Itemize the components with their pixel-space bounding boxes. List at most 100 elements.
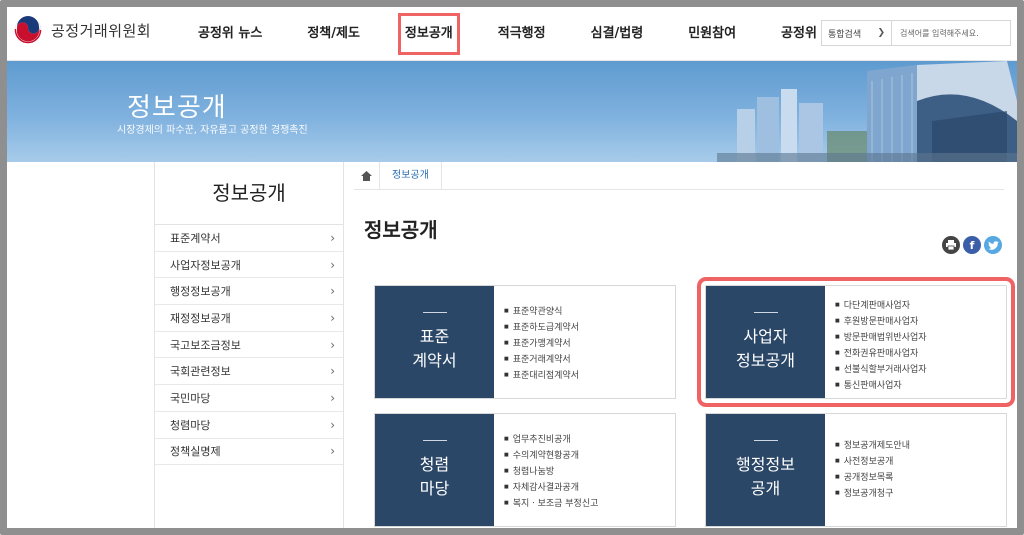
breadcrumb-current[interactable]: 정보공개 <box>380 162 442 189</box>
card-link[interactable]: 표준약관양식 <box>504 304 579 320</box>
side-item-label: 재정정보공개 <box>170 311 231 325</box>
page-title: 정보공개 <box>364 218 438 242</box>
banner-title: 정보공개 <box>127 93 227 123</box>
side-menu: 정보공개 표준계약서 › 사업자정보공개 › 행정정보공개 › 재정정보공개 › 국고보… <box>154 162 344 528</box>
card-title-line2: 계약서 <box>412 350 457 370</box>
side-menu-title: 정보공개 <box>212 181 286 205</box>
search-box: 통합검색 ❯ <box>821 20 1011 46</box>
home-icon[interactable] <box>354 162 380 189</box>
side-item-integrity-square[interactable]: 청렴마당 › <box>155 412 343 439</box>
side-item-business-info[interactable]: 사업자정보공개 › <box>155 252 343 279</box>
card-title-line2: 정보공개 <box>736 350 795 370</box>
breadcrumb: 정보공개 <box>354 162 1004 190</box>
side-item-subsidy-info[interactable]: 국고보조금정보 › <box>155 332 343 359</box>
side-item-label: 국민마당 <box>170 391 211 405</box>
card-link[interactable]: 청렴나눔방 <box>504 464 598 480</box>
card-header-business-info[interactable]: 사업자 정보공개 <box>706 286 825 398</box>
card-link[interactable]: 자체감사결과공개 <box>504 480 598 496</box>
chevron-right-icon: › <box>330 284 335 299</box>
site-name: 공정거래위원회 <box>51 21 152 40</box>
card-link[interactable]: 전화권유판매사업자 <box>835 346 927 362</box>
card-link[interactable]: 표준하도급계약서 <box>504 320 579 336</box>
side-item-national-assembly[interactable]: 국회관련정보 › <box>155 358 343 386</box>
browser-frame: 공정거래위원회 공정위 뉴스 정책/제도 정보공개 적극행정 심결/법령 민원참… <box>0 0 1024 535</box>
main-content: 정보공개 정보공개 f 표준 계약서 표준약관양식 표준하도급계약서 표준가맹계… <box>344 162 1017 528</box>
page-banner: 정보공개 시장경제의 파수꾼, 자유롭고 공정한 경쟁촉진 <box>7 61 1017 162</box>
card-link[interactable]: 통신판매사업자 <box>835 378 927 394</box>
card-link-list: 정보공개제도안내 사전정보공개 공개정보목록 정보공개청구 <box>825 414 910 526</box>
search-input[interactable] <box>892 21 1010 45</box>
card-link[interactable]: 표준거래계약서 <box>504 352 579 368</box>
main-navigation: 공정위 뉴스 정책/제도 정보공개 적극행정 심결/법령 민원참여 공정위 소개 <box>185 7 877 61</box>
nav-proactive-admin[interactable]: 적극행정 <box>485 7 559 61</box>
card-link[interactable]: 사전정보공개 <box>835 454 910 470</box>
side-item-policy-real-name[interactable]: 정책실명제 › <box>155 439 343 466</box>
card-title-line2: 공개 <box>750 478 781 498</box>
card-link[interactable]: 표준가맹계약서 <box>504 336 579 352</box>
side-item-admin-info[interactable]: 행정정보공개 › <box>155 278 343 306</box>
side-item-standard-contracts[interactable]: 표준계약서 › <box>155 225 343 252</box>
side-item-public-square[interactable]: 국민마당 › <box>155 385 343 412</box>
card-link[interactable]: 수의계약현황공개 <box>504 448 598 464</box>
chevron-right-icon: › <box>330 390 335 405</box>
card-link[interactable]: 다단계판매사업자 <box>835 298 927 314</box>
side-item-label: 국회관련정보 <box>170 365 231 379</box>
card-business-info: 사업자 정보공개 다단계판매사업자 후원방문판매사업자 방문판매법위반사업자 전… <box>697 277 1015 407</box>
card-title-line1: 행정정보 <box>736 454 795 474</box>
nav-information-disclosure[interactable]: 정보공개 <box>392 7 466 61</box>
card-link[interactable]: 공개정보목록 <box>835 470 910 486</box>
chevron-right-icon: › <box>330 364 335 379</box>
banner-subtitle: 시장경제의 파수꾼, 자유롭고 공정한 경쟁촉진 <box>117 125 308 136</box>
card-title-line1: 표준 <box>419 326 450 346</box>
city-skyline-image <box>717 61 1017 162</box>
facebook-icon[interactable]: f <box>963 236 981 254</box>
side-item-finance-info[interactable]: 재정정보공개 › <box>155 305 343 332</box>
chevron-down-icon: ❯ <box>877 28 885 38</box>
search-scope-value: 통합검색 <box>828 29 862 40</box>
side-item-label: 표준계약서 <box>170 231 221 245</box>
card-header-integrity-square[interactable]: 청렴 마당 <box>375 414 494 526</box>
nav-policy[interactable]: 정책/제도 <box>294 7 373 61</box>
top-header: 공정거래위원회 공정위 뉴스 정책/제도 정보공개 적극행정 심결/법령 민원참… <box>7 7 1017 61</box>
card-header-standard-contracts[interactable]: 표준 계약서 <box>375 286 494 398</box>
print-icon[interactable] <box>942 236 960 254</box>
card-title-line1: 청렴 <box>419 454 450 474</box>
nav-news[interactable]: 공정위 뉴스 <box>185 7 275 61</box>
card-integrity-square: 청렴 마당 업무추진비공개 수의계약현황공개 청렴나눔방 자체감사결과공개 복지… <box>374 413 676 527</box>
card-link[interactable]: 방문판매법위반사업자 <box>835 330 927 346</box>
share-tools: f <box>942 236 1002 254</box>
chevron-right-icon: › <box>330 444 335 459</box>
nav-civil-participation[interactable]: 민원참여 <box>675 7 749 61</box>
chevron-right-icon: › <box>330 257 335 272</box>
card-link[interactable]: 업무추진비공개 <box>504 432 598 448</box>
card-link[interactable]: 선불식할부거래사업자 <box>835 362 927 378</box>
card-standard-contracts: 표준 계약서 표준약관양식 표준하도급계약서 표준가맹계약서 표준거래계약서 표… <box>374 285 676 399</box>
taegeuk-logo-icon <box>14 16 42 44</box>
card-link[interactable]: 복지ㆍ보조금 부정신고 <box>504 496 599 512</box>
card-link-list: 표준약관양식 표준하도급계약서 표준가맹계약서 표준거래계약서 표준대리점계약서 <box>494 286 579 398</box>
side-item-label: 행정정보공개 <box>170 285 231 299</box>
chevron-right-icon: › <box>330 310 335 325</box>
twitter-icon[interactable] <box>984 236 1002 254</box>
chevron-right-icon: › <box>330 337 335 352</box>
chevron-right-icon: › <box>330 230 335 245</box>
card-link-list: 다단계판매사업자 후원방문판매사업자 방문판매법위반사업자 전화권유판매사업자 … <box>825 286 927 398</box>
side-item-label: 정책실명제 <box>170 445 221 459</box>
card-link[interactable]: 후원방문판매사업자 <box>835 314 927 330</box>
nav-decisions-laws[interactable]: 심결/법령 <box>578 7 657 61</box>
card-header-admin-info[interactable]: 행정정보 공개 <box>706 414 825 526</box>
side-item-label: 청렴마당 <box>170 418 211 432</box>
card-link[interactable]: 표준대리점계약서 <box>504 368 579 384</box>
card-admin-info: 행정정보 공개 정보공개제도안내 사전정보공개 공개정보목록 정보공개청구 <box>705 413 1007 527</box>
side-item-label: 국고보조금정보 <box>170 338 241 352</box>
chevron-right-icon: › <box>330 417 335 432</box>
card-title-line2: 마당 <box>419 478 450 498</box>
side-item-label: 사업자정보공개 <box>170 258 241 272</box>
search-scope-select[interactable]: 통합검색 ❯ <box>822 21 892 45</box>
card-link[interactable]: 정보공개제도안내 <box>835 438 910 454</box>
card-link-list: 업무추진비공개 수의계약현황공개 청렴나눔방 자체감사결과공개 복지ㆍ보조금 부… <box>494 414 599 526</box>
site-logo[interactable]: 공정거래위원회 <box>13 15 151 45</box>
side-menu-list: 표준계약서 › 사업자정보공개 › 행정정보공개 › 재정정보공개 › 국고보조금정보 ›… <box>155 224 343 466</box>
card-link[interactable]: 정보공개청구 <box>835 486 910 502</box>
card-title-line1: 사업자 <box>743 326 788 346</box>
